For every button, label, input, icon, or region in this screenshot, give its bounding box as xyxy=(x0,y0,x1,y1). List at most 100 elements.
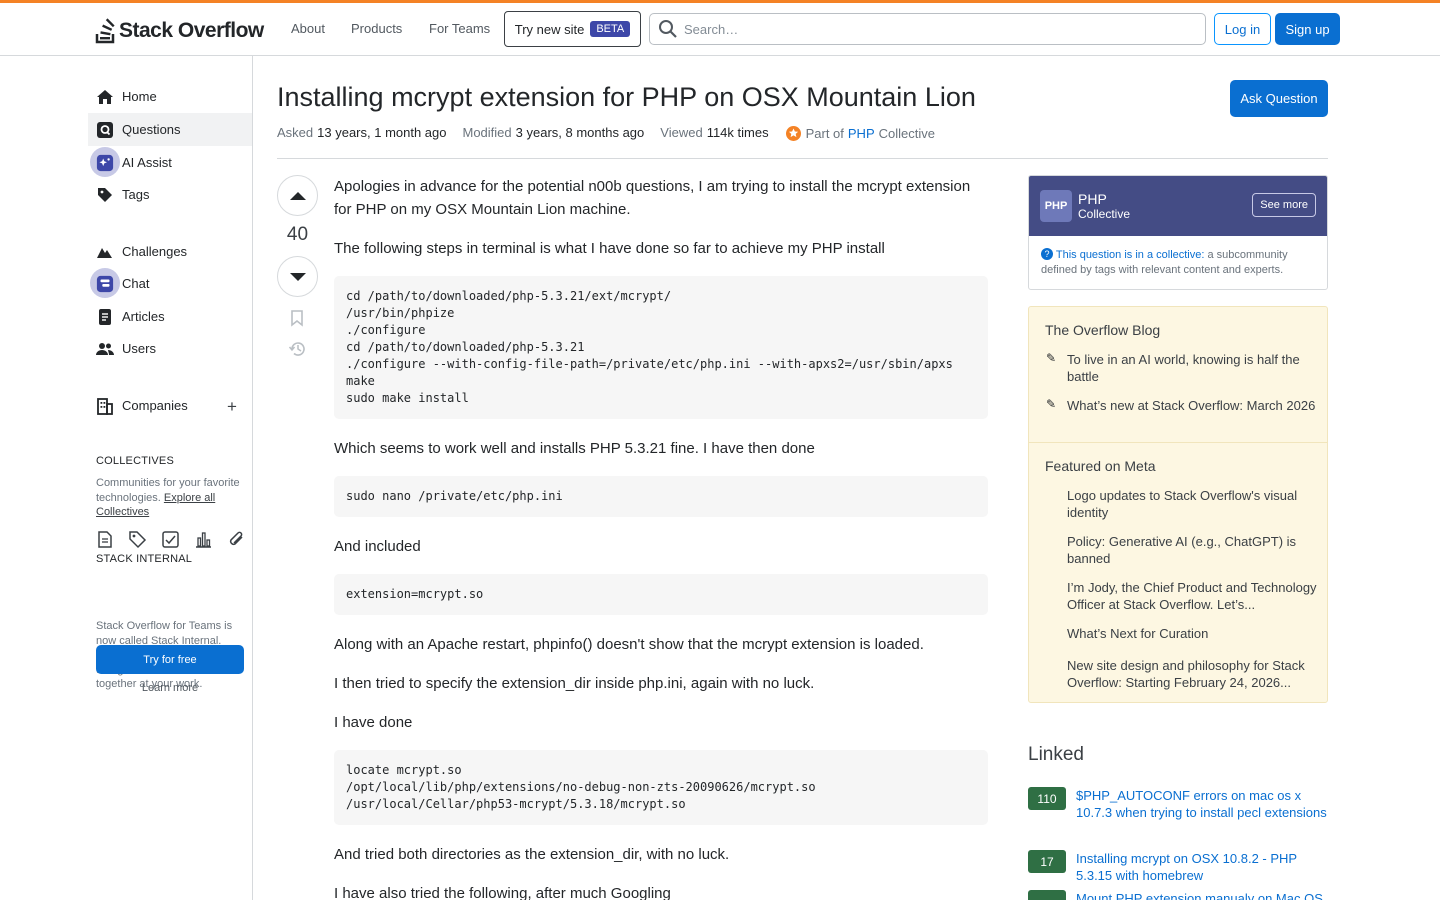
ask-question-button[interactable]: Ask Question xyxy=(1230,80,1328,117)
featured-meta-heading: Featured on Meta xyxy=(1045,458,1156,474)
arrow-down-icon xyxy=(289,272,306,281)
meta-link[interactable]: New site design and philosophy for Stack… xyxy=(1067,657,1319,691)
php-collective-link[interactable]: PHP xyxy=(848,126,875,141)
post-paragraph: I have done xyxy=(334,714,413,731)
question-title[interactable]: Installing mcrypt extension for PHP on O… xyxy=(277,82,976,113)
sidebar-item-chat[interactable]: Chat xyxy=(88,267,252,300)
collectives-description: Communities for your favorite technologi… xyxy=(96,477,240,518)
tag-outline-icon xyxy=(129,531,147,549)
try-new-site-label: Try new site xyxy=(514,21,585,37)
blog-link[interactable]: To live in an AI world, knowing is half … xyxy=(1067,351,1319,385)
linked-question-link[interactable]: $PHP_AUTOCONF errors on mac os x 10.7.3 … xyxy=(1076,787,1328,821)
bookmark-icon[interactable] xyxy=(288,309,306,327)
history-icon[interactable] xyxy=(288,339,308,359)
sidebar-item-label: Challenges xyxy=(122,244,188,259)
meta-link[interactable]: What’s Next for Curation xyxy=(1067,625,1319,642)
meta-link[interactable]: I’m Jody, the Chief Product and Technolo… xyxy=(1067,579,1319,613)
overflow-blog-widget: The Overflow Blog ✎ To live in an AI wor… xyxy=(1028,306,1328,703)
help-icon: ? xyxy=(1041,248,1053,260)
blog-link[interactable]: What’s new at Stack Overflow: March 2026 xyxy=(1067,397,1319,414)
post-paragraph: And tried both directories as the extens… xyxy=(334,846,730,863)
learn-more-link[interactable]: Learn more xyxy=(96,682,244,694)
paperclip-icon xyxy=(229,531,243,546)
asked-value: 13 years, 1 month ago xyxy=(317,125,447,140)
search-box[interactable] xyxy=(649,13,1206,45)
linked-question[interactable]: 110 $PHP_AUTOCONF errors on mac os x 10.… xyxy=(1028,787,1328,821)
modified-label: Modified xyxy=(462,125,512,140)
upvote-button[interactable] xyxy=(277,175,318,216)
add-collective-icon[interactable]: + xyxy=(227,397,237,417)
challenges-icon xyxy=(96,243,114,261)
beta-badge: BETA xyxy=(590,21,631,37)
see-more-button[interactable]: See more xyxy=(1252,193,1316,217)
linked-question[interactable]: Mount PHP extension manualy on Mac OS X xyxy=(1028,890,1328,900)
articles-icon xyxy=(96,308,114,326)
arrow-up-icon xyxy=(289,191,306,200)
sidebar-item-home[interactable]: Home xyxy=(88,80,252,113)
bar-chart-icon xyxy=(196,532,211,548)
sidebar-item-label: Articles xyxy=(122,309,165,324)
linked-question[interactable]: 17 Installing mcrypt on OSX 10.8.2 - PHP… xyxy=(1028,850,1328,884)
check-board-icon xyxy=(162,531,179,548)
viewed-label: Viewed xyxy=(660,125,703,140)
collective-info-link[interactable]: This question is in a collective: xyxy=(1056,249,1205,261)
stack-internal-heading: STACK INTERNAL xyxy=(96,553,193,565)
sidebar-item-tags[interactable]: Tags xyxy=(88,178,252,211)
collective-info: Part of PHP Collective xyxy=(785,125,935,142)
downvote-button[interactable] xyxy=(277,256,318,297)
logo-icon xyxy=(95,18,115,44)
meta-link[interactable]: Policy: Generative AI (e.g., ChatGPT) is… xyxy=(1067,533,1319,567)
logo-text: Stack Overflow xyxy=(119,19,264,42)
collective-subtitle: Collective xyxy=(1078,207,1131,221)
home-icon xyxy=(96,88,114,106)
sidebar-item-articles[interactable]: Articles xyxy=(88,300,252,333)
modified-value[interactable]: 3 years, 8 months ago xyxy=(516,125,645,140)
sidebar-item-users[interactable]: Users xyxy=(88,332,252,365)
users-icon xyxy=(96,340,114,358)
collectives-heading: COLLECTIVES xyxy=(96,455,175,467)
blog-heading: The Overflow Blog xyxy=(1045,322,1161,338)
search-input[interactable] xyxy=(684,21,1184,37)
sidebar-item-ai-assist[interactable]: AI Assist xyxy=(88,146,252,179)
companies-icon xyxy=(96,397,114,415)
top-bar: Stack Overflow About Products For Teams … xyxy=(0,0,1440,56)
vote-count: 40 xyxy=(286,224,309,245)
question-meta: Asked 13 years, 1 month ago Modified 3 yea… xyxy=(277,125,935,142)
linked-score xyxy=(1028,890,1066,900)
tag-icon xyxy=(96,186,114,204)
stack-internal-icons xyxy=(95,530,246,549)
php-collective-badge[interactable]: PHP xyxy=(1040,190,1072,222)
linked-question-link[interactable]: Installing mcrypt on OSX 10.8.2 - PHP 5.… xyxy=(1076,850,1328,884)
question-body: Apologies in advance for the potential n… xyxy=(334,175,988,900)
questions-icon xyxy=(96,121,114,139)
nav-about[interactable]: About xyxy=(291,21,325,36)
collective-card: PHP PHP Collective See more ? This quest… xyxy=(1028,175,1328,290)
nav-products[interactable]: Products xyxy=(351,21,402,36)
linked-score: 110 xyxy=(1028,787,1066,810)
try-new-site-button[interactable]: Try new site BETA xyxy=(504,11,641,47)
log-in-button[interactable]: Log in xyxy=(1214,13,1271,45)
nav-for-teams[interactable]: For Teams xyxy=(429,21,490,36)
stack-overflow-logo[interactable]: Stack Overflow xyxy=(95,18,264,44)
post-paragraph: I then tried to specify the extension_di… xyxy=(334,675,815,692)
collective-name[interactable]: PHP xyxy=(1078,191,1130,207)
collective-note: ? This question is in a collective: a su… xyxy=(1041,248,1288,276)
linked-score: 17 xyxy=(1028,850,1066,873)
sidebar-item-challenges[interactable]: Challenges xyxy=(88,235,252,268)
search-icon xyxy=(659,20,677,38)
sidebar-item-questions[interactable]: Questions xyxy=(88,113,252,146)
code-block: extension=mcrypt.so xyxy=(334,574,988,615)
code-block: sudo nano /private/etc/php.ini xyxy=(334,476,988,517)
blog-divider xyxy=(1029,442,1327,443)
sidebar-item-label: Chat xyxy=(122,276,150,291)
try-for-free-button[interactable]: Try for free xyxy=(96,645,244,674)
meta-link[interactable]: Logo updates to Stack Overflow's visual … xyxy=(1067,487,1319,521)
sidebar-item-label: Companies xyxy=(122,398,188,413)
pencil-icon: ✎ xyxy=(1046,351,1057,365)
linked-question-link[interactable]: Mount PHP extension manualy on Mac OS X xyxy=(1076,890,1328,900)
collective-card-header: PHP PHP Collective See more xyxy=(1029,176,1327,236)
post-paragraph: The following steps in terminal is what … xyxy=(334,240,885,257)
code-block: locate mcrypt.so /opt/local/lib/php/exte… xyxy=(334,750,988,825)
sign-up-button[interactable]: Sign up xyxy=(1275,13,1340,45)
svg-text:?: ? xyxy=(1044,249,1049,259)
